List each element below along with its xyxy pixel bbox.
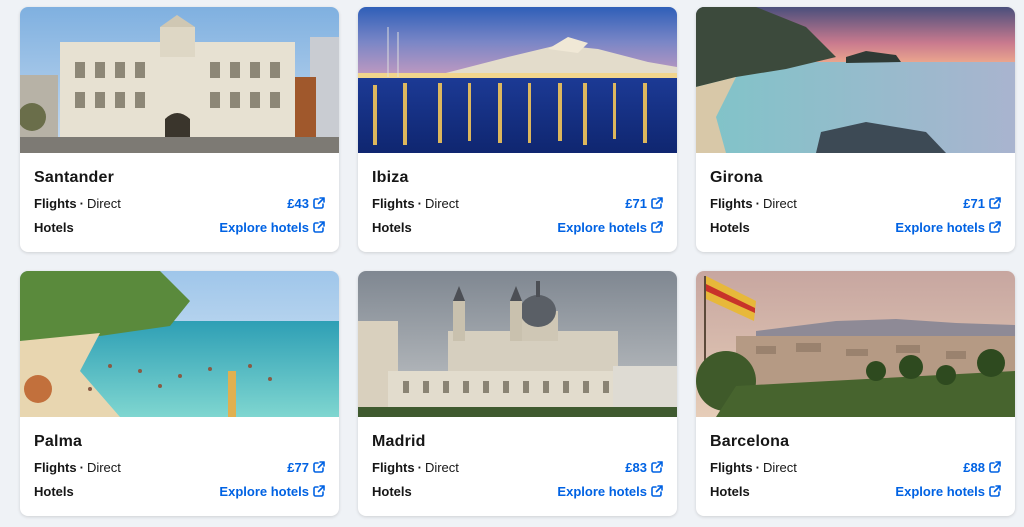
- external-link-icon: [313, 485, 325, 497]
- explore-hotels-link[interactable]: Explore hotels: [219, 220, 325, 235]
- flights-label: Flights: [372, 195, 415, 211]
- explore-hotels-link[interactable]: Explore hotels: [895, 220, 1001, 235]
- flights-label: Flights: [710, 195, 753, 211]
- flight-price-link[interactable]: £71: [963, 196, 1001, 211]
- destination-image[interactable]: [358, 271, 677, 417]
- flight-price: £83: [625, 459, 647, 475]
- destination-city: Santander: [34, 169, 115, 186]
- flight-type: Direct: [86, 195, 121, 211]
- explore-hotels-link[interactable]: Explore hotels: [557, 484, 663, 499]
- destination-city: Ibiza: [372, 169, 409, 186]
- external-link-icon: [313, 197, 325, 209]
- destination-card-barcelona[interactable]: Barcelona Flights · Direct £88 Hotels Ex…: [696, 271, 1015, 516]
- explore-hotels-label: Explore hotels: [895, 219, 985, 235]
- destination-grid: Santander Flights · Direct £43 Hotels Ex…: [20, 7, 1015, 516]
- flight-type: Direct: [424, 195, 459, 211]
- flight-price: £71: [963, 195, 985, 211]
- flights-label: Flights: [34, 195, 77, 211]
- external-link-icon: [651, 221, 663, 233]
- hotels-label: Hotels: [710, 219, 750, 235]
- hotels-label: Hotels: [34, 483, 74, 499]
- external-link-icon: [989, 461, 1001, 473]
- external-link-icon: [989, 485, 1001, 497]
- hotels-row: Hotels Explore hotels: [710, 218, 1001, 236]
- flight-price-link[interactable]: £71: [625, 196, 663, 211]
- explore-hotels-link[interactable]: Explore hotels: [557, 220, 663, 235]
- explore-hotels-link[interactable]: Explore hotels: [219, 484, 325, 499]
- flights-row: Flights · Direct £43: [34, 194, 325, 212]
- separator-dot: ·: [417, 195, 422, 211]
- destination-city: Madrid: [372, 433, 426, 450]
- destination-image[interactable]: [20, 271, 339, 417]
- explore-hotels-label: Explore hotels: [557, 483, 647, 499]
- flight-type: Direct: [762, 459, 797, 475]
- external-link-icon: [989, 221, 1001, 233]
- flight-price-link[interactable]: £43: [287, 196, 325, 211]
- explore-hotels-label: Explore hotels: [895, 483, 985, 499]
- separator-dot: ·: [79, 459, 84, 475]
- hotels-row: Hotels Explore hotels: [372, 482, 663, 500]
- flight-price-link[interactable]: £77: [287, 460, 325, 475]
- destination-card-palma[interactable]: Palma Flights · Direct £77 Hotels Explor…: [20, 271, 339, 516]
- external-link-icon: [313, 221, 325, 233]
- separator-dot: ·: [417, 459, 422, 475]
- flight-price: £43: [287, 195, 309, 211]
- flight-price: £77: [287, 459, 309, 475]
- flights-label: Flights: [372, 459, 415, 475]
- explore-hotels-label: Explore hotels: [219, 483, 309, 499]
- external-link-icon: [989, 197, 1001, 209]
- hotels-row: Hotels Explore hotels: [710, 482, 1001, 500]
- flight-type: Direct: [762, 195, 797, 211]
- separator-dot: ·: [755, 195, 760, 211]
- destination-image[interactable]: [358, 7, 677, 153]
- destination-card-santander[interactable]: Santander Flights · Direct £43 Hotels Ex…: [20, 7, 339, 252]
- flights-row: Flights · Direct £88: [710, 458, 1001, 476]
- flights-row: Flights · Direct £83: [372, 458, 663, 476]
- destination-image[interactable]: [20, 7, 339, 153]
- flights-label: Flights: [710, 459, 753, 475]
- hotels-row: Hotels Explore hotels: [34, 218, 325, 236]
- flights-row: Flights · Direct £71: [372, 194, 663, 212]
- hotels-label: Hotels: [372, 483, 412, 499]
- external-link-icon: [651, 485, 663, 497]
- destination-card-madrid[interactable]: Madrid Flights · Direct £83 Hotels Explo…: [358, 271, 677, 516]
- external-link-icon: [313, 461, 325, 473]
- destination-city: Palma: [34, 433, 83, 450]
- flight-price-link[interactable]: £88: [963, 460, 1001, 475]
- hotels-label: Hotels: [34, 219, 74, 235]
- external-link-icon: [651, 197, 663, 209]
- separator-dot: ·: [755, 459, 760, 475]
- destination-city: Barcelona: [710, 433, 790, 450]
- explore-hotels-link[interactable]: Explore hotels: [895, 484, 1001, 499]
- flights-row: Flights · Direct £77: [34, 458, 325, 476]
- hotels-row: Hotels Explore hotels: [372, 218, 663, 236]
- destination-card-ibiza[interactable]: Ibiza Flights · Direct £71 Hotels Explor…: [358, 7, 677, 252]
- flight-type: Direct: [424, 459, 459, 475]
- hotels-label: Hotels: [372, 219, 412, 235]
- hotels-row: Hotels Explore hotels: [34, 482, 325, 500]
- explore-hotels-label: Explore hotels: [219, 219, 309, 235]
- separator-dot: ·: [79, 195, 84, 211]
- flight-type: Direct: [86, 459, 121, 475]
- destination-image[interactable]: [696, 7, 1015, 153]
- external-link-icon: [651, 461, 663, 473]
- flight-price: £71: [625, 195, 647, 211]
- flights-row: Flights · Direct £71: [710, 194, 1001, 212]
- hotels-label: Hotels: [710, 483, 750, 499]
- flight-price-link[interactable]: £83: [625, 460, 663, 475]
- flights-label: Flights: [34, 459, 77, 475]
- destination-card-girona[interactable]: Girona Flights · Direct £71 Hotels Explo…: [696, 7, 1015, 252]
- destination-image[interactable]: [696, 271, 1015, 417]
- explore-hotels-label: Explore hotels: [557, 219, 647, 235]
- destination-city: Girona: [710, 169, 763, 186]
- flight-price: £88: [963, 459, 985, 475]
